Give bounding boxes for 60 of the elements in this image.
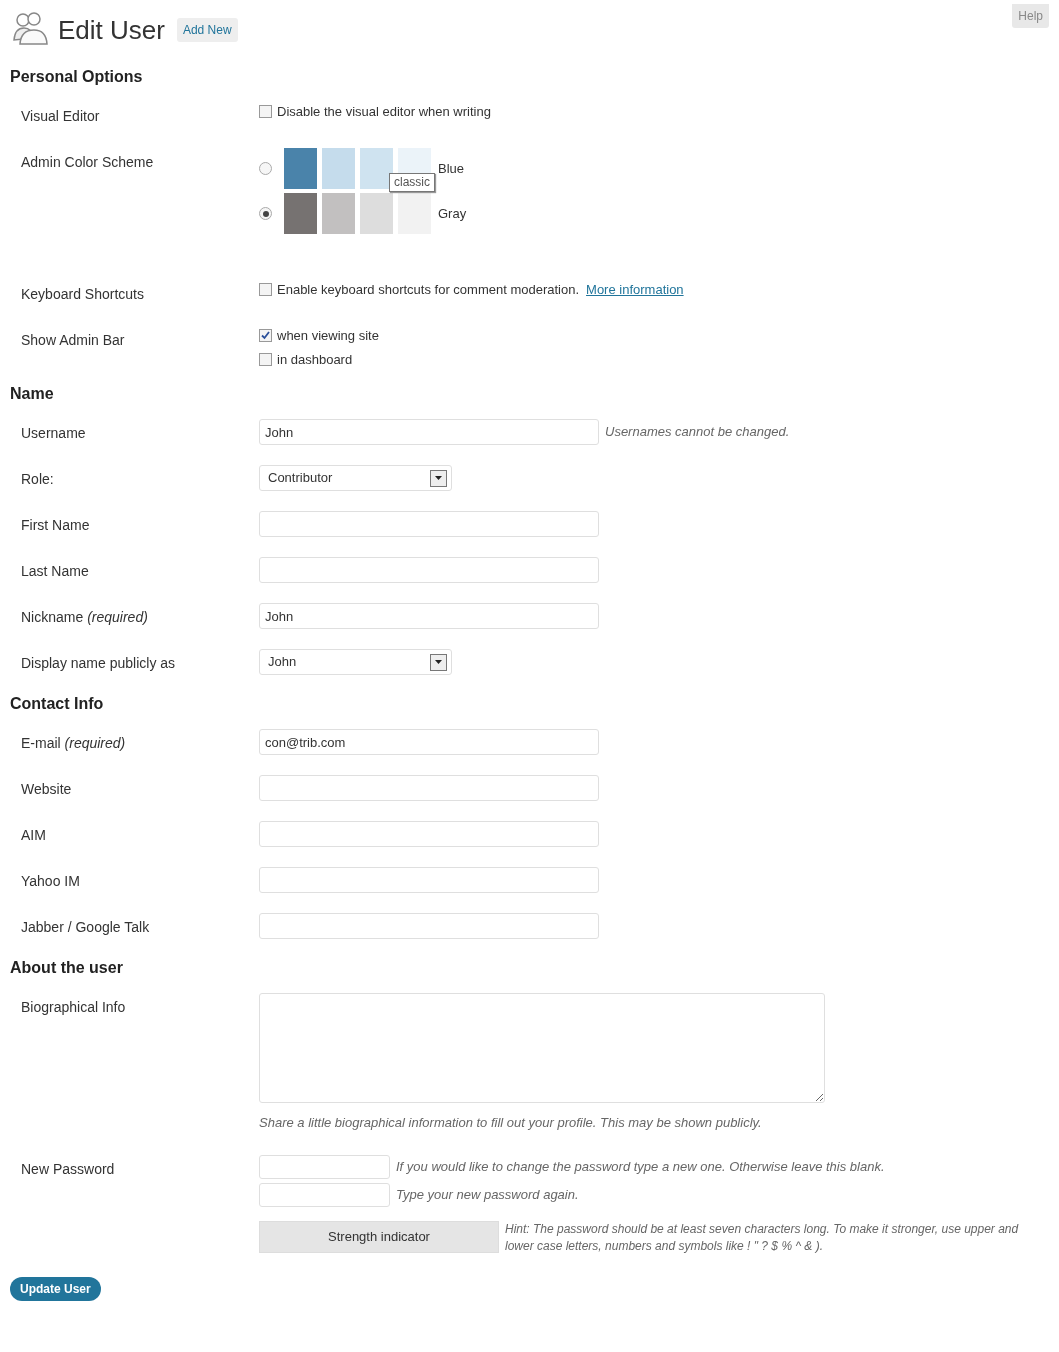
section-heading: Contact Info <box>10 694 105 714</box>
text-field[interactable] <box>259 867 599 893</box>
field-label: Website <box>20 780 73 799</box>
update-user-button[interactable]: Update User <box>10 1276 101 1301</box>
scheme-name: Blue <box>438 159 465 178</box>
password-field[interactable] <box>259 1182 390 1207</box>
option-label: Disable the visual editor when writing <box>277 103 491 121</box>
field-label: Biographical Info <box>20 998 127 1017</box>
text-field[interactable]: John <box>259 419 599 445</box>
option-label: when viewing site <box>277 327 379 345</box>
scheme-name: Gray <box>438 204 467 223</box>
checkbox[interactable] <box>259 352 272 366</box>
field-label: Nickname (required) <box>20 608 149 627</box>
radio-button[interactable] <box>259 162 272 175</box>
checkbox[interactable] <box>259 283 272 297</box>
text-field[interactable]: con@trib.com <box>259 729 599 755</box>
caret-icon <box>430 653 447 671</box>
strength-indicator: Strength indicator <box>259 1220 499 1253</box>
field-label: Yahoo IM <box>20 872 81 891</box>
field-description: Type your new password again. <box>396 1185 579 1204</box>
add-new-button[interactable]: Add New <box>176 18 238 42</box>
text-area[interactable] <box>259 993 825 1103</box>
option-label: Enable keyboard shortcuts for comment moderation. <box>277 281 580 299</box>
field-label: Last Name <box>20 562 90 581</box>
field-label: E-mail (required) <box>20 734 127 753</box>
checkbox[interactable] <box>259 329 272 343</box>
field-label: Show Admin Bar <box>20 331 126 350</box>
field-label: Keyboard Shortcuts <box>20 285 145 304</box>
section-heading: Name <box>10 384 55 404</box>
text-field[interactable] <box>259 821 599 847</box>
text-field[interactable] <box>259 913 599 939</box>
field-label: Display name publicly as <box>20 654 177 673</box>
section-heading: Personal Options <box>10 67 144 87</box>
field-label: Admin Color Scheme <box>20 153 155 172</box>
field-label: Username <box>20 424 87 443</box>
password-field[interactable] <box>259 1154 390 1179</box>
section-heading: About the user <box>10 958 124 978</box>
text-field[interactable] <box>259 511 599 537</box>
caret-icon <box>430 469 447 487</box>
field-label: Jabber / Google Talk <box>20 918 151 937</box>
field-description: Usernames cannot be changed. <box>605 423 790 442</box>
tooltip: classic <box>389 173 435 192</box>
page-title: Edit User <box>58 13 165 47</box>
text-field[interactable] <box>259 775 599 801</box>
field-label: Visual Editor <box>20 107 101 126</box>
dropdown[interactable]: John <box>259 649 452 675</box>
field-label: New Password <box>20 1159 116 1179</box>
field-label: Role: <box>20 470 55 489</box>
field-description: If you would like to change the password type a new one. Otherwise leave this blank. <box>396 1157 885 1176</box>
checkbox[interactable] <box>259 105 272 119</box>
text-field[interactable] <box>259 557 599 583</box>
password-hint: Hint: The password should be at least seven characters long. To make it stronger, use upper and lower case letters, numbers and symbols like ! " ? $ % ^ & ). <box>505 1220 1020 1255</box>
more-information-link[interactable]: More information <box>586 280 684 300</box>
text-field[interactable]: John <box>259 603 599 629</box>
option-label: in dashboard <box>277 350 353 369</box>
dropdown[interactable]: Contributor <box>259 465 452 491</box>
field-description: Share a little biographical information to fill out your profile. This may be shown publicly. <box>259 1114 763 1132</box>
radio-button[interactable] <box>259 207 272 220</box>
field-label: AIM <box>20 826 47 845</box>
field-label: First Name <box>20 516 91 535</box>
